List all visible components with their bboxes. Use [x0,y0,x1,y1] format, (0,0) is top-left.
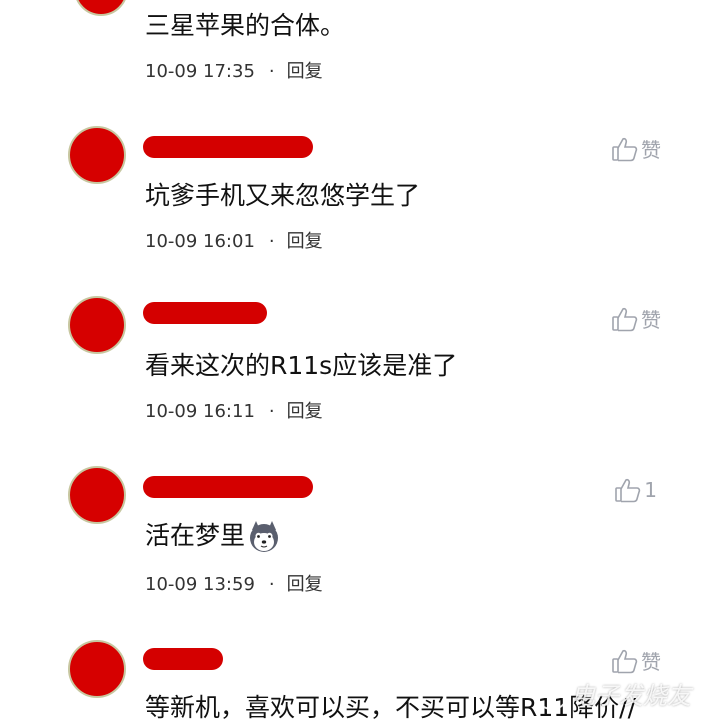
reply-button[interactable]: 回复 [287,401,323,422]
like-label: 赞 [641,650,661,674]
thumbs-up-icon [615,478,641,503]
watermark: 电子发烧友 [537,676,691,711]
separator-dot: · [268,574,275,595]
thumbs-up-icon [612,137,638,161]
like-label: 赞 [641,138,661,162]
avatar[interactable] [68,640,126,698]
comment-meta: 10-09 13:59 · 回复 [145,574,323,596]
username-redacted[interactable] [143,476,313,498]
like-button[interactable]: 赞 [611,646,661,675]
comment-text: 坑爹手机又来忽悠学生了 [145,181,421,210]
comment-text: 看来这次的R11s应该是准了 [145,351,458,380]
reply-button[interactable]: 回复 [287,574,323,595]
comment-text: 活在梦里 [145,520,281,554]
watermark-logo-icon [537,685,567,710]
comment-time: 10-09 16:01 [145,231,255,252]
comment-meta: 10-09 16:11 · 回复 [145,401,323,423]
thumbs-up-icon [612,649,638,673]
watermark-text: 电子发烧友 [571,682,691,710]
comment-meta: 10-09 16:01 · 回复 [145,231,323,253]
comment-time: 10-09 16:11 [145,401,255,422]
like-button[interactable]: 赞 [611,304,661,333]
comment-time: 10-09 13:59 [145,574,255,595]
comment-text: 三星苹果的合体。 [145,11,346,40]
comment-meta: 10-09 17:35 · 回复 [145,61,323,83]
husky-dog-emoji-icon [250,521,279,552]
comment-text-content: 活在梦里 [145,521,246,550]
reply-button[interactable]: 回复 [287,61,323,82]
avatar[interactable] [68,126,126,184]
reply-button[interactable]: 回复 [287,231,323,252]
thumbs-up-icon [612,307,638,331]
username-redacted[interactable] [143,136,313,158]
like-button[interactable]: 赞 [611,134,661,163]
avatar[interactable] [74,0,128,16]
separator-dot: · [268,231,275,252]
separator-dot: · [268,401,275,422]
separator-dot: · [268,61,275,82]
username-redacted[interactable] [143,302,267,324]
like-count: 1 [644,478,657,502]
avatar[interactable] [68,466,126,524]
avatar[interactable] [68,296,126,354]
comment-time: 10-09 17:35 [145,61,255,82]
like-button[interactable]: 1 [614,476,657,504]
like-label: 赞 [641,308,661,332]
username-redacted[interactable] [143,648,223,670]
